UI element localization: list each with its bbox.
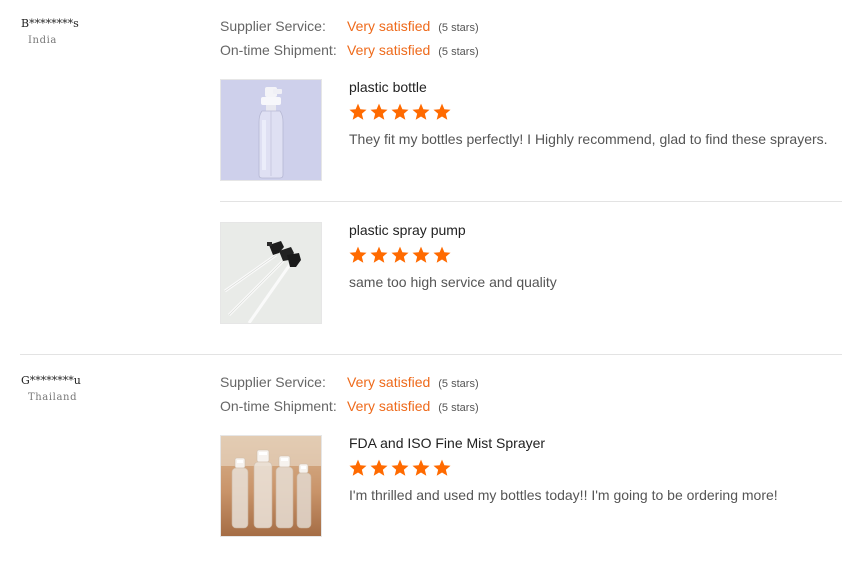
- ontime-shipment-label: On-time Shipment:: [220, 42, 337, 58]
- star-icon: [412, 246, 430, 263]
- star-icon: [433, 103, 451, 120]
- item-divider: [220, 201, 842, 202]
- star-icon: [370, 246, 388, 263]
- buyer-country: India: [28, 35, 57, 46]
- supplier-service-value: Very satisfied: [347, 374, 431, 390]
- supplier-service-label: Supplier Service:: [220, 18, 326, 34]
- star-icon: [349, 103, 367, 120]
- review-comment: same too high service and quality: [349, 274, 557, 290]
- product-rating-stars: [348, 246, 452, 264]
- supplier-service-rating: Supplier Service: Very satisfied (5 stars): [220, 374, 479, 394]
- ontime-shipment-stars-text: (5 stars): [438, 402, 479, 414]
- supplier-service-rating: Supplier Service: Very satisfied (5 stars): [220, 18, 479, 38]
- star-icon: [433, 246, 451, 263]
- star-icon: [433, 459, 451, 476]
- product-rating-stars: [348, 459, 452, 477]
- star-icon: [349, 459, 367, 476]
- ontime-shipment-label: On-time Shipment:: [220, 398, 337, 414]
- product-title[interactable]: plastic spray pump: [349, 222, 466, 238]
- review-card: G********u Thailand Supplier Service: Ver…: [0, 354, 842, 565]
- star-icon: [370, 103, 388, 120]
- ontime-shipment-value: Very satisfied: [347, 42, 431, 58]
- product-rating-stars: [348, 103, 452, 121]
- star-icon: [349, 246, 367, 263]
- ontime-shipment-rating: On-time Shipment: Very satisfied (5 stars): [220, 42, 479, 62]
- product-review-item: plastic spray pump same too high service…: [220, 222, 842, 324]
- review-card: B********s India Supplier Service: Very s…: [0, 0, 842, 354]
- product-title[interactable]: FDA and ISO Fine Mist Sprayer: [349, 435, 545, 451]
- supplier-service-label: Supplier Service:: [220, 374, 326, 390]
- mist-sprayer-bottles-photo[interactable]: [220, 435, 322, 537]
- spray-pump-photo[interactable]: [220, 222, 322, 324]
- supplier-service-stars-text: (5 stars): [438, 22, 479, 34]
- plastic-bottle-photo[interactable]: [220, 79, 322, 181]
- review-comment: I'm thrilled and used my bottles today!!…: [349, 487, 778, 503]
- review-comment: They fit my bottles perfectly! I Highly …: [349, 131, 828, 147]
- ontime-shipment-value: Very satisfied: [347, 398, 431, 414]
- star-icon: [412, 103, 430, 120]
- star-icon: [391, 459, 409, 476]
- star-icon: [391, 103, 409, 120]
- buyer-country: Thailand: [28, 392, 78, 403]
- ontime-shipment-stars-text: (5 stars): [438, 46, 479, 58]
- product-title[interactable]: plastic bottle: [349, 79, 427, 95]
- buyer-name: B********s: [21, 17, 79, 30]
- buyer-name: G********u: [21, 374, 81, 387]
- product-review-item: plastic bottle They fit my bottles perfe…: [220, 79, 842, 181]
- supplier-service-value: Very satisfied: [347, 18, 431, 34]
- buyer-info: B********s India: [21, 17, 79, 46]
- star-icon: [370, 459, 388, 476]
- product-review-item: FDA and ISO Fine Mist Sprayer I'm thrill…: [220, 435, 842, 537]
- ontime-shipment-rating: On-time Shipment: Very satisfied (5 stars): [220, 398, 479, 418]
- star-icon: [391, 246, 409, 263]
- star-icon: [412, 459, 430, 476]
- supplier-service-stars-text: (5 stars): [438, 378, 479, 390]
- buyer-info: G********u Thailand: [21, 374, 81, 403]
